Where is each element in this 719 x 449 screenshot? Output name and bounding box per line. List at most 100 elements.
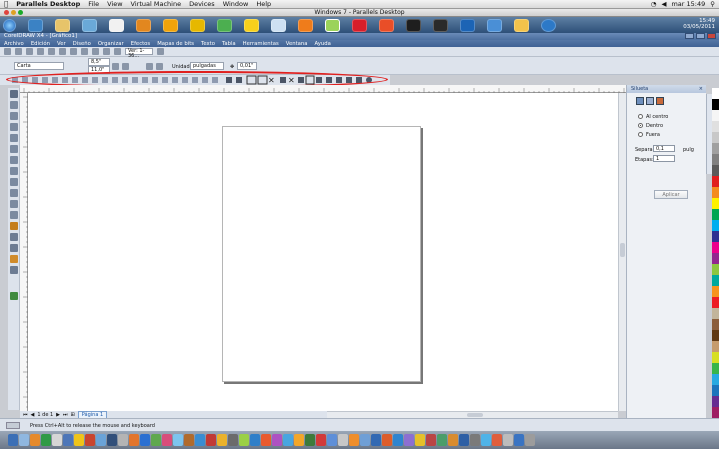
- dock-app-icon[interactable]: [107, 434, 117, 446]
- acrobat-icon[interactable]: [379, 18, 394, 32]
- dock-app-icon[interactable]: [415, 434, 425, 446]
- system-tray[interactable]: 15:49 03/05/2011: [683, 18, 715, 30]
- app-menu[interactable]: Parallels Desktop: [16, 0, 80, 8]
- wifi-icon[interactable]: ◔: [651, 0, 657, 8]
- menu-help[interactable]: Help: [256, 0, 271, 8]
- dock-app-icon[interactable]: [261, 434, 271, 446]
- palette-swatch[interactable]: [712, 297, 719, 308]
- dock-app-icon[interactable]: [393, 434, 403, 446]
- palette-swatch[interactable]: [712, 110, 719, 121]
- palette-swatch[interactable]: [712, 231, 719, 242]
- dock-app-icon[interactable]: [272, 434, 282, 446]
- vertical-scrollbar[interactable]: [618, 93, 626, 411]
- save-icon[interactable]: [26, 48, 33, 55]
- table-tool-icon[interactable]: [9, 211, 18, 219]
- palette-swatch[interactable]: [712, 330, 719, 341]
- zoom-window-icon[interactable]: [18, 10, 23, 15]
- dock-app-icon[interactable]: [492, 434, 502, 446]
- horizontal-scrollbar[interactable]: [327, 411, 618, 418]
- palette-swatch[interactable]: [712, 187, 719, 198]
- radio-dentro[interactable]: [638, 123, 643, 128]
- undo-icon[interactable]: [81, 48, 88, 55]
- open-icon[interactable]: [15, 48, 22, 55]
- palette-swatch[interactable]: [712, 264, 719, 275]
- print-icon[interactable]: [37, 48, 44, 55]
- steps-input[interactable]: 1: [653, 155, 675, 162]
- cut-icon[interactable]: [48, 48, 55, 55]
- dock-app-icon[interactable]: [129, 434, 139, 446]
- dock-app-icon[interactable]: [250, 434, 260, 446]
- export-icon[interactable]: [114, 48, 121, 55]
- dock-app-icon[interactable]: [437, 434, 447, 446]
- page-width-input[interactable]: 8,5": [88, 58, 110, 66]
- palette-swatch[interactable]: [712, 319, 719, 330]
- dock-app-icon[interactable]: [316, 434, 326, 446]
- palette-swatch[interactable]: [712, 308, 719, 319]
- paint-icon[interactable]: [271, 18, 286, 32]
- vertical-scroll-thumb[interactable]: [620, 243, 625, 257]
- eyedropper-tool-icon[interactable]: [9, 233, 18, 241]
- app-icon-5[interactable]: [514, 18, 529, 32]
- palette-swatch[interactable]: [712, 99, 719, 110]
- document-icon[interactable]: [109, 18, 124, 32]
- ie-icon[interactable]: [28, 18, 43, 32]
- palette-swatch[interactable]: [712, 198, 719, 209]
- offset-input[interactable]: 0,1: [653, 145, 675, 152]
- app-icon-6[interactable]: [541, 18, 556, 32]
- minimize-window-icon[interactable]: [11, 10, 16, 15]
- freehand-tool-icon[interactable]: [9, 134, 18, 142]
- dock-app-icon[interactable]: [525, 434, 535, 446]
- dock-app-icon[interactable]: [404, 434, 414, 446]
- palette-swatch[interactable]: [712, 154, 719, 165]
- radio-al-centro[interactable]: [638, 114, 643, 119]
- basic-shapes-icon[interactable]: [9, 189, 18, 197]
- palette-swatch[interactable]: [712, 374, 719, 385]
- dock-app-icon[interactable]: [481, 434, 491, 446]
- menu-diseno[interactable]: Diseño: [73, 41, 91, 47]
- vm-mouse-icon[interactable]: [6, 422, 20, 429]
- close-window-icon[interactable]: [4, 10, 9, 15]
- add-page-icon[interactable]: ⊞: [71, 412, 75, 418]
- folder-icon[interactable]: [55, 18, 70, 32]
- dock-app-icon[interactable]: [470, 434, 480, 446]
- menu-herramientas[interactable]: Herramientas: [243, 41, 279, 47]
- apple-menu-icon[interactable]: : [4, 0, 8, 8]
- palette-swatch[interactable]: [712, 253, 719, 264]
- dock-app-icon[interactable]: [294, 434, 304, 446]
- palette-swatch[interactable]: [712, 220, 719, 231]
- spotlight-icon[interactable]: ⚲: [710, 0, 715, 8]
- polygon-tool-icon[interactable]: [9, 178, 18, 186]
- redo-icon[interactable]: [92, 48, 99, 55]
- dock-app-icon[interactable]: [85, 434, 95, 446]
- palette-swatch[interactable]: [712, 286, 719, 297]
- zoom-level-select[interactable]: Ver: 1-36...: [125, 48, 153, 59]
- dock-app-icon[interactable]: [360, 434, 370, 446]
- palette-swatch[interactable]: [712, 165, 719, 176]
- palette-swatch[interactable]: [712, 176, 719, 187]
- menu-texto[interactable]: Texto: [201, 41, 215, 47]
- dock-app-icon[interactable]: [140, 434, 150, 446]
- dock-app-icon[interactable]: [173, 434, 183, 446]
- copy-icon[interactable]: [59, 48, 66, 55]
- network-icon[interactable]: [82, 18, 97, 32]
- horizontal-ruler[interactable]: [20, 85, 626, 93]
- menu-devices[interactable]: Devices: [189, 0, 215, 8]
- palette-swatch[interactable]: [712, 396, 719, 407]
- palette-swatch[interactable]: [712, 275, 719, 286]
- units-select[interactable]: pulgadas: [190, 62, 224, 70]
- import-icon[interactable]: [103, 48, 110, 55]
- new-document-icon[interactable]: [4, 48, 11, 55]
- contour-color-icon[interactable]: [646, 97, 654, 105]
- dock-app-icon[interactable]: [151, 434, 161, 446]
- menu-window[interactable]: Window: [223, 0, 249, 8]
- fill-tool-icon[interactable]: [9, 255, 18, 263]
- docker-close-icon[interactable]: ×: [699, 85, 703, 93]
- menu-file[interactable]: File: [88, 0, 99, 8]
- volume-icon[interactable]: ◀: [661, 0, 666, 8]
- dock-app-icon[interactable]: [228, 434, 238, 446]
- minimize-button[interactable]: [685, 33, 694, 39]
- corel-photo-icon[interactable]: [352, 18, 367, 32]
- dock-app-icon[interactable]: [195, 434, 205, 446]
- dock-app-icon[interactable]: [63, 434, 73, 446]
- dock-app-icon[interactable]: [371, 434, 381, 446]
